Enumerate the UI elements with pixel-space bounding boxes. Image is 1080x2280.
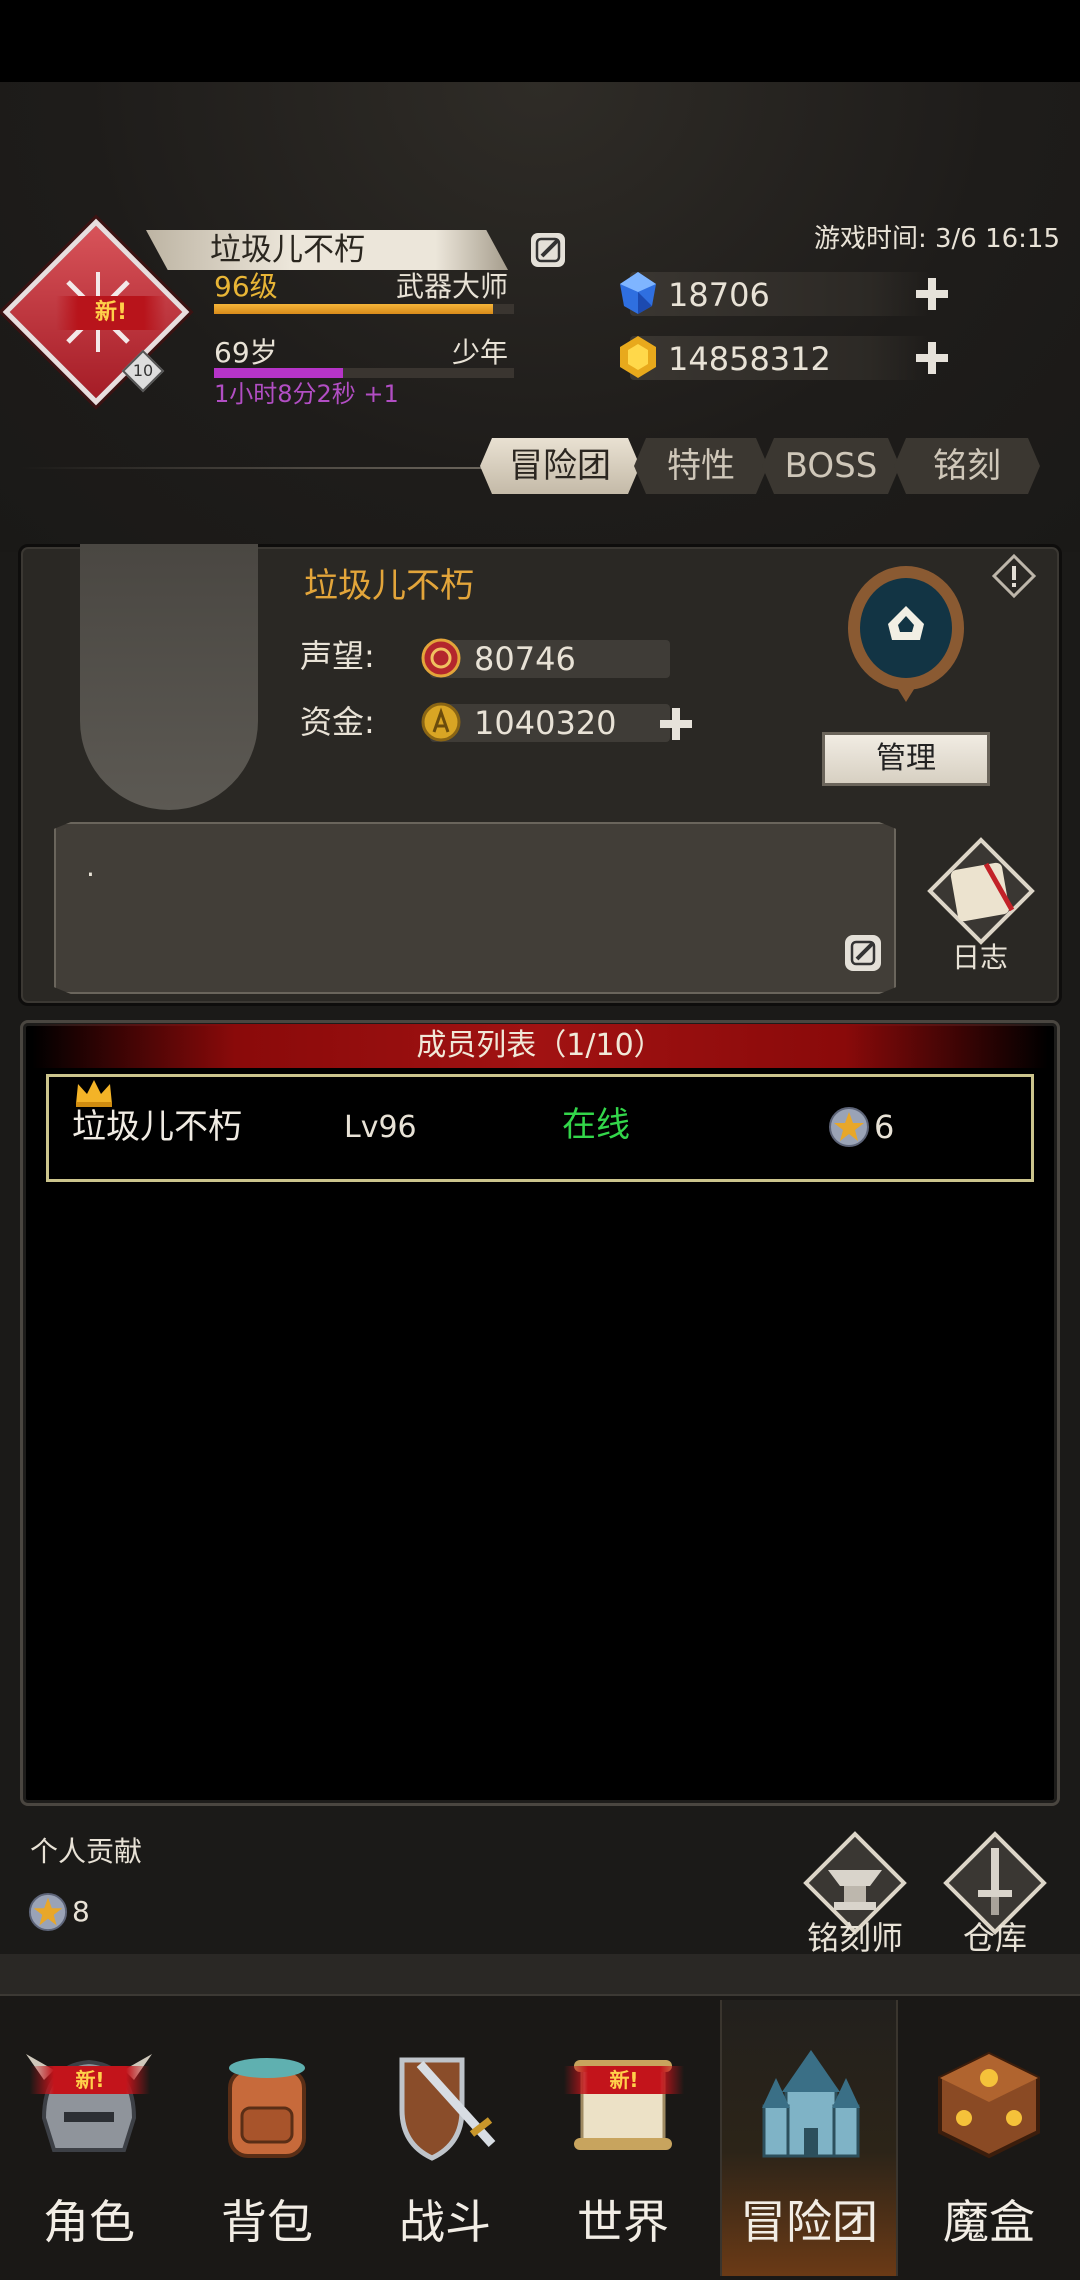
funds-label: 资金: (300, 703, 375, 741)
reputation-value: 80746 (474, 640, 576, 678)
helmet-icon (26, 2054, 152, 2152)
player-level: 96级 (214, 270, 278, 303)
info-alert-icon[interactable] (990, 552, 1038, 600)
add-gems-button[interactable] (912, 274, 952, 314)
contribution-star-icon (28, 1892, 68, 1932)
backpack-icon (228, 2058, 306, 2158)
member-list-header: 成员列表（1/10） (32, 1024, 1048, 1068)
player-name: 垃圾儿不朽 (210, 232, 365, 268)
reputation-medal-icon (421, 638, 461, 678)
nav-backpack-label: 背包 (221, 2195, 313, 2249)
new-badge: 新! (564, 2066, 684, 2094)
nav-battle[interactable]: 战斗 (356, 2000, 534, 2276)
tab-engrave[interactable]: 铭刻 (894, 438, 1040, 494)
gem-value: 18706 (668, 276, 770, 314)
castle-icon (762, 2050, 860, 2158)
nav-world[interactable]: 新! 世界 (534, 2000, 712, 2276)
contribution-star-icon (829, 1107, 869, 1147)
nav-backpack[interactable]: 背包 (178, 2000, 356, 2276)
magic-cube-icon (938, 2051, 1040, 2159)
tab-traits[interactable]: 特性 (634, 438, 768, 494)
player-class: 武器大师 (395, 270, 508, 303)
scroll-map-icon (574, 2060, 672, 2150)
nav-adventure-group[interactable]: 冒险团 (720, 2000, 898, 2276)
nav-world-label: 世界 (577, 2195, 669, 2249)
nav-adventure-group-label: 冒险团 (740, 2195, 878, 2249)
member-status: 在线 (562, 1105, 630, 1145)
reputation-label: 声望: (300, 637, 375, 675)
personal-contribution-value: 8 (72, 1895, 90, 1928)
new-badge: 新! (30, 2066, 150, 2094)
game-time: 游戏时间: 3/6 16:15 (813, 224, 1060, 254)
gold-value: 14858312 (668, 340, 831, 378)
guild-name: 垃圾儿不朽 (304, 566, 474, 606)
guild-banner[interactable] (80, 544, 258, 810)
log-label: 日志 (951, 941, 1008, 974)
age-timer: 1小时8分2秒 +1 (214, 380, 399, 408)
edit-notice-icon[interactable] (842, 932, 884, 974)
guild-emblem-icon[interactable] (842, 562, 970, 706)
manage-button[interactable]: 管理 (822, 732, 990, 786)
age-progress-fill (214, 368, 343, 378)
tab-divider (20, 467, 490, 469)
tab-boss[interactable]: BOSS (762, 438, 900, 494)
new-badge: 新! (56, 296, 166, 330)
funds-value: 1040320 (474, 704, 617, 742)
add-funds-button[interactable] (656, 704, 696, 744)
gold-gem-icon (620, 336, 656, 378)
nav-character-label: 角色 (43, 2195, 135, 2249)
blue-gem-icon (620, 272, 656, 314)
sword-shield-icon (399, 2057, 496, 2161)
edit-name-icon[interactable] (528, 230, 568, 270)
rank-badge-number: 10 (132, 361, 154, 380)
nav-battle-label: 战斗 (399, 2195, 491, 2249)
member-contribution: 6 (874, 1108, 895, 1146)
member-level: Lv96 (344, 1110, 417, 1145)
level-progress-fill (214, 304, 493, 314)
nav-magic-box-label: 魔盒 (943, 2195, 1035, 2249)
nav-magic-box[interactable]: 魔盒 (900, 2000, 1078, 2276)
guild-notice-box[interactable] (54, 822, 896, 994)
status-bar-area (0, 0, 1080, 82)
guild-notice-text: . (86, 850, 95, 883)
player-age: 69岁 (214, 336, 278, 369)
engraver-label: 铭刻师 (806, 1919, 903, 1957)
tab-adventure-group[interactable]: 冒险团 (480, 438, 640, 494)
nav-character[interactable]: 新! 角色 (0, 2000, 178, 2276)
personal-contribution-label: 个人贡献 (30, 1835, 143, 1868)
player-age-stage: 少年 (451, 336, 508, 369)
member-name: 垃圾儿不朽 (72, 1107, 242, 1147)
funds-coin-icon (421, 702, 461, 742)
add-gold-button[interactable] (912, 338, 952, 378)
warehouse-label: 仓库 (962, 1919, 1027, 1957)
footer-divider (0, 1954, 1080, 1994)
